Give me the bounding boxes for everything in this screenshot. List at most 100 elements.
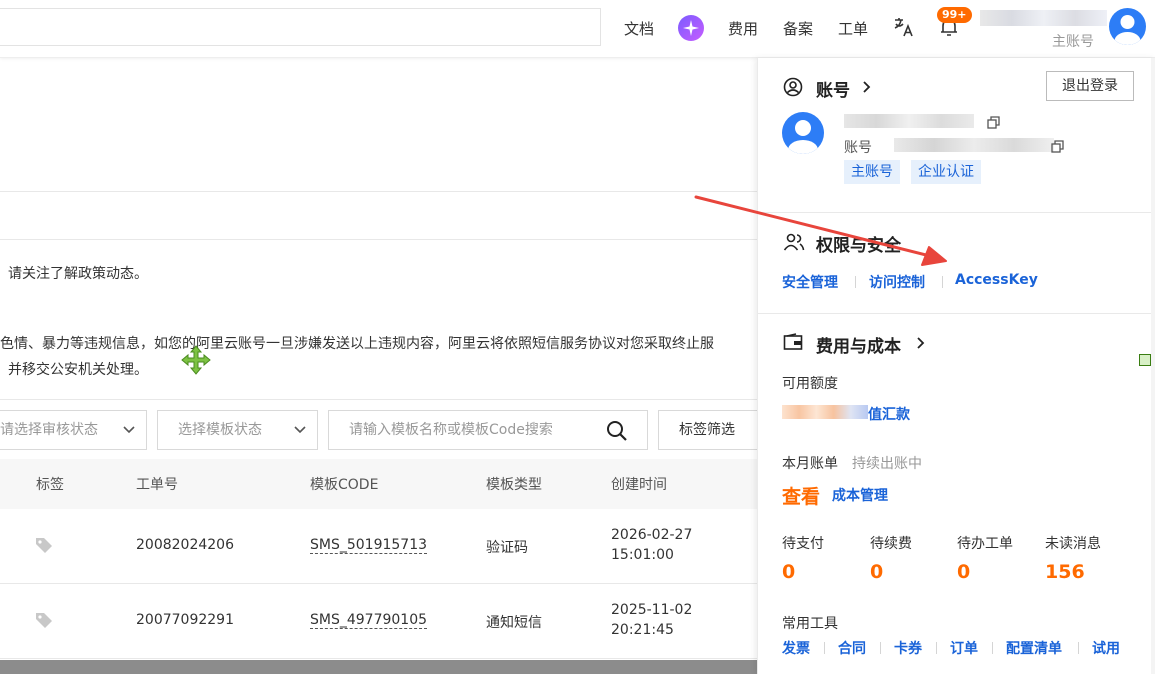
account-avatar [782,112,824,154]
nav-docs[interactable]: 文档 [624,18,654,39]
stat-value-unread-messages[interactable]: 156 [1045,561,1085,583]
account-id-label: 账号 [844,140,872,156]
template-status-placeholder: 选择模板状态 [178,422,262,438]
nav-billing[interactable]: 费用 [728,18,758,39]
link-separator [992,642,993,654]
move-cursor-icon [181,345,211,375]
search-icon [607,421,627,441]
template-code-link[interactable]: SMS_497790105 [310,612,428,629]
column-header-code: 模板CODE [310,477,379,493]
user-avatar[interactable] [1109,8,1146,45]
security-management-link[interactable]: 安全管理 [782,272,838,292]
template-search-placeholder: 请输入模板名称或模板Code搜索 [349,422,553,438]
available-credit-redacted [782,405,868,419]
monthly-bill-label: 本月账单 [782,456,838,472]
stat-label-unread-messages: 未读消息 [1045,536,1101,552]
available-credit-label: 可用额度 [782,376,838,392]
recharge-link[interactable]: 值汇款 [868,404,910,424]
notice-line-2: 色情、暴力等违规信息，如您的阿里云账号一旦涉嫌发送以上违规内容，阿里云将依照短信… [0,336,714,352]
template-search-input[interactable]: 请输入模板名称或模板Code搜索 [328,410,587,450]
billing-section-title[interactable]: 费用与成本 [816,332,901,357]
view-bill-link[interactable]: 查看 [782,482,820,509]
divider [758,313,1155,314]
access-control-link[interactable]: 访问控制 [869,272,925,292]
created-time: 15:01:00 [611,547,674,563]
tool-coupon-link[interactable]: 卡券 [894,638,922,658]
ticket-number: 20077092291 [136,612,234,628]
tag-filter-select[interactable]: 标签筛选 [658,410,768,450]
stat-value-pending-payment[interactable]: 0 [782,561,795,583]
tag-icon[interactable] [35,611,53,629]
tool-contract-link[interactable]: 合同 [838,638,866,658]
chevron-down-icon [294,426,306,434]
top-navbar: 文档 费用 备案 工单 99+ 主账号 [0,0,1155,58]
account-section-title[interactable]: 账号 [816,76,850,101]
logout-button[interactable]: 退出登录 [1046,71,1134,101]
chevron-right-icon[interactable] [862,80,872,94]
review-status-select[interactable]: 请选择审核状态 [0,410,147,450]
horizontal-scrollbar[interactable] [0,660,757,674]
common-tools-label: 常用工具 [782,616,838,632]
stat-label-pending-tickets: 待办工单 [957,536,1013,552]
review-status-placeholder: 请选择审核状态 [0,422,98,438]
tool-config-list-link[interactable]: 配置清单 [1006,638,1062,658]
divider [0,191,757,192]
copy-icon[interactable] [987,116,1000,129]
divider [0,399,757,400]
nav-filing[interactable]: 备案 [783,18,813,39]
notice-line-1: 请关注了解政策动态。 [8,266,148,282]
column-header-type: 模板类型 [486,477,542,493]
notification-badge: 99+ [937,7,972,23]
template-status-select[interactable]: 选择模板状态 [157,410,318,450]
link-separator [824,642,825,654]
account-dropdown-panel: 账号 退出登录 账号 主账号 企业认证 权限与安全 安全管理 访问控制 Acce… [757,58,1155,674]
stat-label-pending-payment: 待支付 [782,536,824,552]
tool-order-link[interactable]: 订单 [950,638,978,658]
security-section-title: 权限与安全 [816,236,901,256]
created-date: 2025-11-02 [611,602,693,618]
link-separator [942,276,943,288]
stat-label-pending-renewal: 待续费 [870,536,912,552]
copy-icon[interactable] [1051,140,1064,153]
nav-ticket[interactable]: 工单 [838,18,868,39]
column-header-created: 创建时间 [611,477,667,493]
page-scrollbar[interactable] [1151,58,1155,674]
row-divider [0,583,757,584]
wallet-icon [783,333,803,350]
account-id-redacted [894,138,1054,152]
translate-icon[interactable] [893,16,915,38]
search-button[interactable] [586,410,648,450]
resize-handle[interactable] [1139,354,1151,366]
divider [0,239,757,240]
template-type: 验证码 [486,540,528,556]
cost-management-link[interactable]: 成本管理 [832,485,888,505]
tag-icon[interactable] [35,536,53,554]
tool-trial-link[interactable]: 试用 [1092,638,1120,658]
tool-invoice-link[interactable]: 发票 [782,638,810,658]
stat-value-pending-renewal[interactable]: 0 [870,561,883,583]
main-account-tag: 主账号 [844,160,900,184]
link-separator [936,642,937,654]
accesskey-link[interactable]: AccessKey [955,272,1038,288]
row-divider [0,658,757,659]
chevron-down-icon [123,426,135,434]
account-name-redacted [844,114,974,128]
users-icon [783,233,805,251]
account-name-redacted [980,10,1107,26]
template-code-link[interactable]: SMS_501915713 [310,537,428,554]
ai-assistant-icon[interactable] [678,15,704,41]
main-account-label: 主账号 [1052,34,1094,50]
link-separator [855,276,856,288]
global-search-input[interactable] [0,8,601,46]
monthly-bill-status: 持续出账中 [852,456,922,472]
stat-value-pending-tickets[interactable]: 0 [957,561,970,583]
enterprise-verified-tag[interactable]: 企业认证 [911,160,981,184]
tag-filter-label: 标签筛选 [679,422,735,438]
created-date: 2026-02-27 [611,527,693,543]
template-type: 通知短信 [486,615,542,631]
created-time: 20:21:45 [611,622,674,638]
chevron-right-icon[interactable] [916,336,926,350]
divider [758,212,1155,213]
column-header-ticket: 工单号 [136,477,178,493]
column-header-tag: 标签 [36,477,64,493]
